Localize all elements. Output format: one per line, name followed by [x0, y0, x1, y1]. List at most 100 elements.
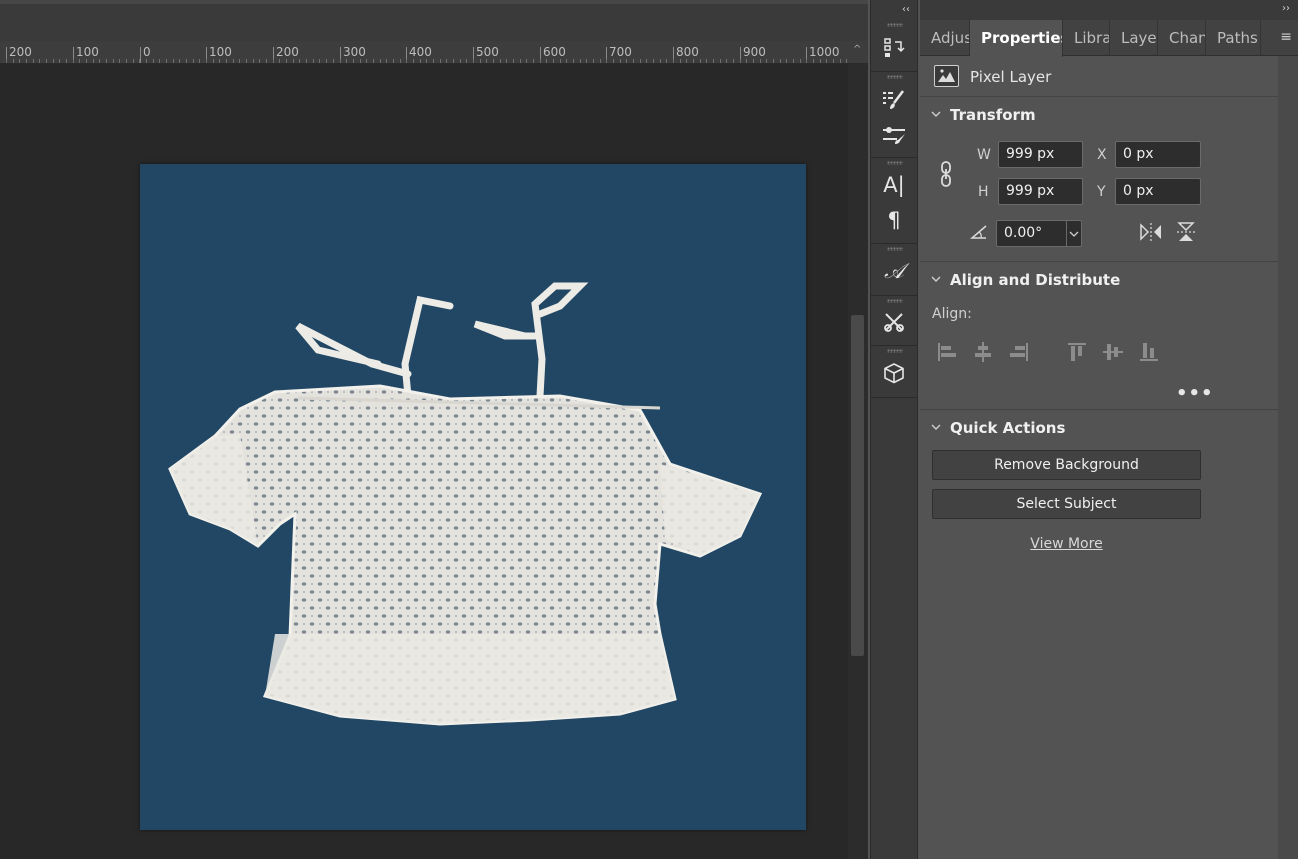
ruler-label: 100	[209, 45, 232, 59]
grip-handle[interactable]	[887, 75, 903, 79]
dock-group-history	[871, 20, 917, 72]
collapse-dock-icon[interactable]: ‹‹	[902, 4, 910, 15]
align-title: Align and Distribute	[950, 271, 1121, 289]
link-proportions-icon[interactable]	[939, 160, 955, 188]
layer-type-label: Pixel Layer	[970, 68, 1052, 86]
blouse-image	[168, 282, 763, 726]
align-right-edges-icon[interactable]	[1008, 341, 1030, 363]
height-label: H	[978, 184, 989, 200]
flip-horizontal-icon[interactable]	[1138, 221, 1164, 243]
x-position-field[interactable]: 0 px	[1115, 141, 1201, 168]
document-workspace[interactable]: 200 100 0 100 200 300 400 500 600 700 80…	[0, 0, 868, 859]
expand-panels-icon[interactable]: ››	[1282, 3, 1290, 14]
ruler-label: 100	[76, 45, 99, 59]
tab-properties[interactable]: Properties	[970, 20, 1063, 57]
y-position-field[interactable]: 0 px	[1115, 178, 1201, 205]
align-top-edges-icon[interactable]	[1066, 341, 1088, 363]
paragraph-icon: ¶	[887, 208, 901, 232]
paragraph-panel-button[interactable]: ¶	[881, 207, 907, 233]
align-horizontal-centers-icon[interactable]	[972, 341, 994, 363]
section-divider	[920, 409, 1278, 410]
grip-handle[interactable]	[887, 161, 903, 165]
transform-section-header[interactable]: Transform	[920, 102, 1278, 130]
cube-icon	[884, 363, 904, 384]
character-icon: A|	[883, 173, 905, 197]
tab-channels[interactable]: Chan	[1158, 20, 1206, 56]
pixel-layer-thumb-art	[938, 69, 955, 82]
ruler-label: 1000	[809, 45, 840, 59]
align-left-edges-icon[interactable]	[936, 341, 958, 363]
x-label: X	[1097, 147, 1107, 163]
dock-group-brush	[871, 72, 917, 158]
grip-handle[interactable]	[887, 299, 903, 303]
options-strip	[0, 0, 868, 41]
y-label: Y	[1097, 184, 1106, 200]
grip-handle[interactable]	[887, 349, 903, 353]
ruler-label: 800	[676, 45, 699, 59]
ruler-label: 700	[609, 45, 632, 59]
quick-actions-section-header[interactable]: Quick Actions	[920, 415, 1278, 443]
select-subject-button[interactable]: Select Subject	[932, 489, 1201, 519]
ruler-label: 300	[343, 45, 366, 59]
chevron-up-icon: ^	[853, 44, 862, 55]
glyphs-panel-button[interactable]: 𝒜	[881, 258, 907, 284]
chevron-down-icon	[931, 111, 941, 117]
angle-icon	[970, 225, 987, 239]
3d-panel-button[interactable]	[881, 360, 907, 386]
brushes-icon	[883, 127, 905, 144]
align-bottom-edges-icon[interactable]	[1138, 341, 1160, 363]
history-icon	[884, 38, 905, 57]
tab-libraries[interactable]: Libra	[1063, 20, 1110, 56]
scroll-up-button[interactable]: ^	[848, 41, 868, 64]
character-panel-button[interactable]: A|	[881, 172, 907, 198]
ruler-label: 200	[276, 45, 299, 59]
brushes-panel-button[interactable]	[881, 122, 907, 148]
panel-scrollbar[interactable]	[1278, 56, 1298, 859]
more-options-icon[interactable]: •••	[1176, 383, 1214, 404]
tool-presets-icon	[884, 313, 904, 332]
brush-settings-button[interactable]	[881, 87, 907, 113]
tab-layers[interactable]: Layer	[1110, 20, 1158, 56]
panel-header-strip: ››	[920, 0, 1298, 20]
align-section-header[interactable]: Align and Distribute	[920, 267, 1278, 295]
ruler-label: 0	[143, 45, 151, 59]
tool-presets-button[interactable]	[881, 309, 907, 335]
panel-menu-icon[interactable]: ≡	[1280, 29, 1292, 45]
ruler-label: 200	[9, 45, 32, 59]
brush-settings-icon	[883, 90, 904, 109]
layer-type-row: Pixel Layer	[920, 57, 1278, 97]
dock-group-tool-presets	[871, 296, 917, 346]
tab-paths[interactable]: Paths	[1206, 20, 1261, 56]
panel-icon-dock: ‹‹ A| ¶ 𝒜	[870, 0, 918, 859]
chevron-down-icon	[931, 424, 941, 430]
document-canvas[interactable]	[140, 164, 806, 830]
grip-handle[interactable]	[887, 247, 903, 251]
panel-tabbar: Adjus Properties Libra Layer Chan Paths …	[920, 20, 1298, 57]
horizontal-ruler[interactable]: 200 100 0 100 200 300 400 500 600 700 80…	[0, 41, 848, 64]
rotation-angle-dropdown[interactable]	[1066, 221, 1082, 246]
align-vertical-centers-icon[interactable]	[1102, 341, 1124, 363]
vertical-scrollbar-thumb[interactable]	[851, 315, 864, 656]
transform-title: Transform	[950, 106, 1036, 124]
remove-background-button[interactable]: Remove Background	[932, 450, 1201, 480]
width-label: W	[977, 147, 991, 163]
width-field[interactable]: 999 px	[998, 141, 1083, 168]
history-panel-button[interactable]	[881, 35, 907, 61]
glyphs-icon: 𝒜	[884, 259, 904, 283]
grip-handle[interactable]	[887, 23, 903, 27]
chevron-down-icon	[1069, 231, 1079, 237]
flip-vertical-icon[interactable]	[1175, 220, 1197, 244]
photoshop-window: 200 100 0 100 200 300 400 500 600 700 80…	[0, 0, 1298, 859]
section-divider	[920, 261, 1278, 262]
align-label: Align:	[932, 306, 972, 322]
ruler-label: 600	[543, 45, 566, 59]
ruler-label: 900	[743, 45, 766, 59]
tab-adjustments[interactable]: Adjus	[920, 20, 970, 56]
height-field[interactable]: 999 px	[998, 178, 1083, 205]
view-more-link[interactable]: View More	[920, 536, 1213, 552]
quick-actions-title: Quick Actions	[950, 419, 1066, 437]
chevron-down-icon	[931, 276, 941, 282]
ruler-label: 500	[476, 45, 499, 59]
dock-group-type: A| ¶	[871, 158, 917, 244]
properties-panel-dock: ›› Adjus Properties Libra Layer Chan Pat…	[920, 0, 1298, 859]
